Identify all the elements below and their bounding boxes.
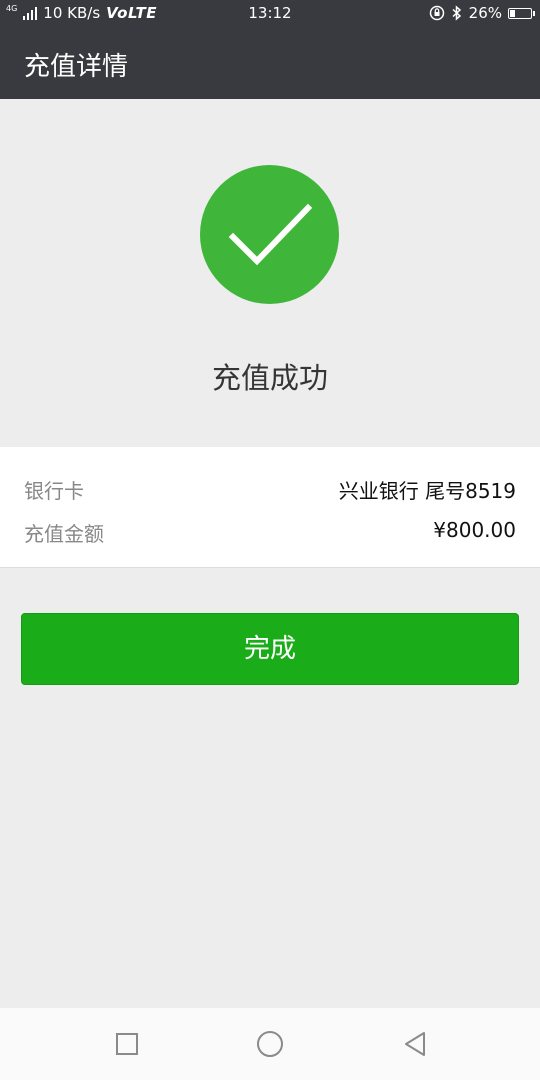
back-triangle-icon[interactable]: [397, 1026, 433, 1062]
done-button[interactable]: 完成: [21, 613, 519, 685]
system-nav-bar: [0, 1008, 540, 1080]
recent-apps-square-icon[interactable]: [109, 1026, 145, 1062]
amount-label: 充值金额: [24, 522, 104, 546]
amount-value: ¥800.00: [433, 518, 516, 542]
page-title: 充值详情: [24, 52, 129, 82]
rotation-lock-icon: [429, 5, 444, 21]
battery-icon: [508, 7, 535, 19]
status-right: 26%: [429, 4, 535, 22]
recharge-detail-card: 银行卡 兴业银行 尾号8519 充值金额 ¥800.00: [0, 447, 540, 568]
bank-card-value: 兴业银行 尾号8519: [338, 479, 516, 503]
battery-percent: 26%: [468, 4, 502, 22]
detail-row-amount: 充值金额 ¥800.00: [24, 510, 516, 550]
bluetooth-icon: [452, 5, 461, 21]
success-message: 充值成功: [211, 361, 328, 395]
status-bar: 4G 10 KB/s VoLTE 13:12 26%: [0, 0, 540, 28]
app-bar: 充值详情: [0, 28, 540, 99]
success-check-icon: [200, 165, 339, 304]
home-circle-icon[interactable]: [252, 1026, 288, 1062]
detail-row-bank-card: 银行卡 兴业银行 尾号8519: [24, 467, 516, 507]
checkmark-icon: [228, 203, 313, 266]
bank-card-label: 银行卡: [24, 479, 84, 503]
